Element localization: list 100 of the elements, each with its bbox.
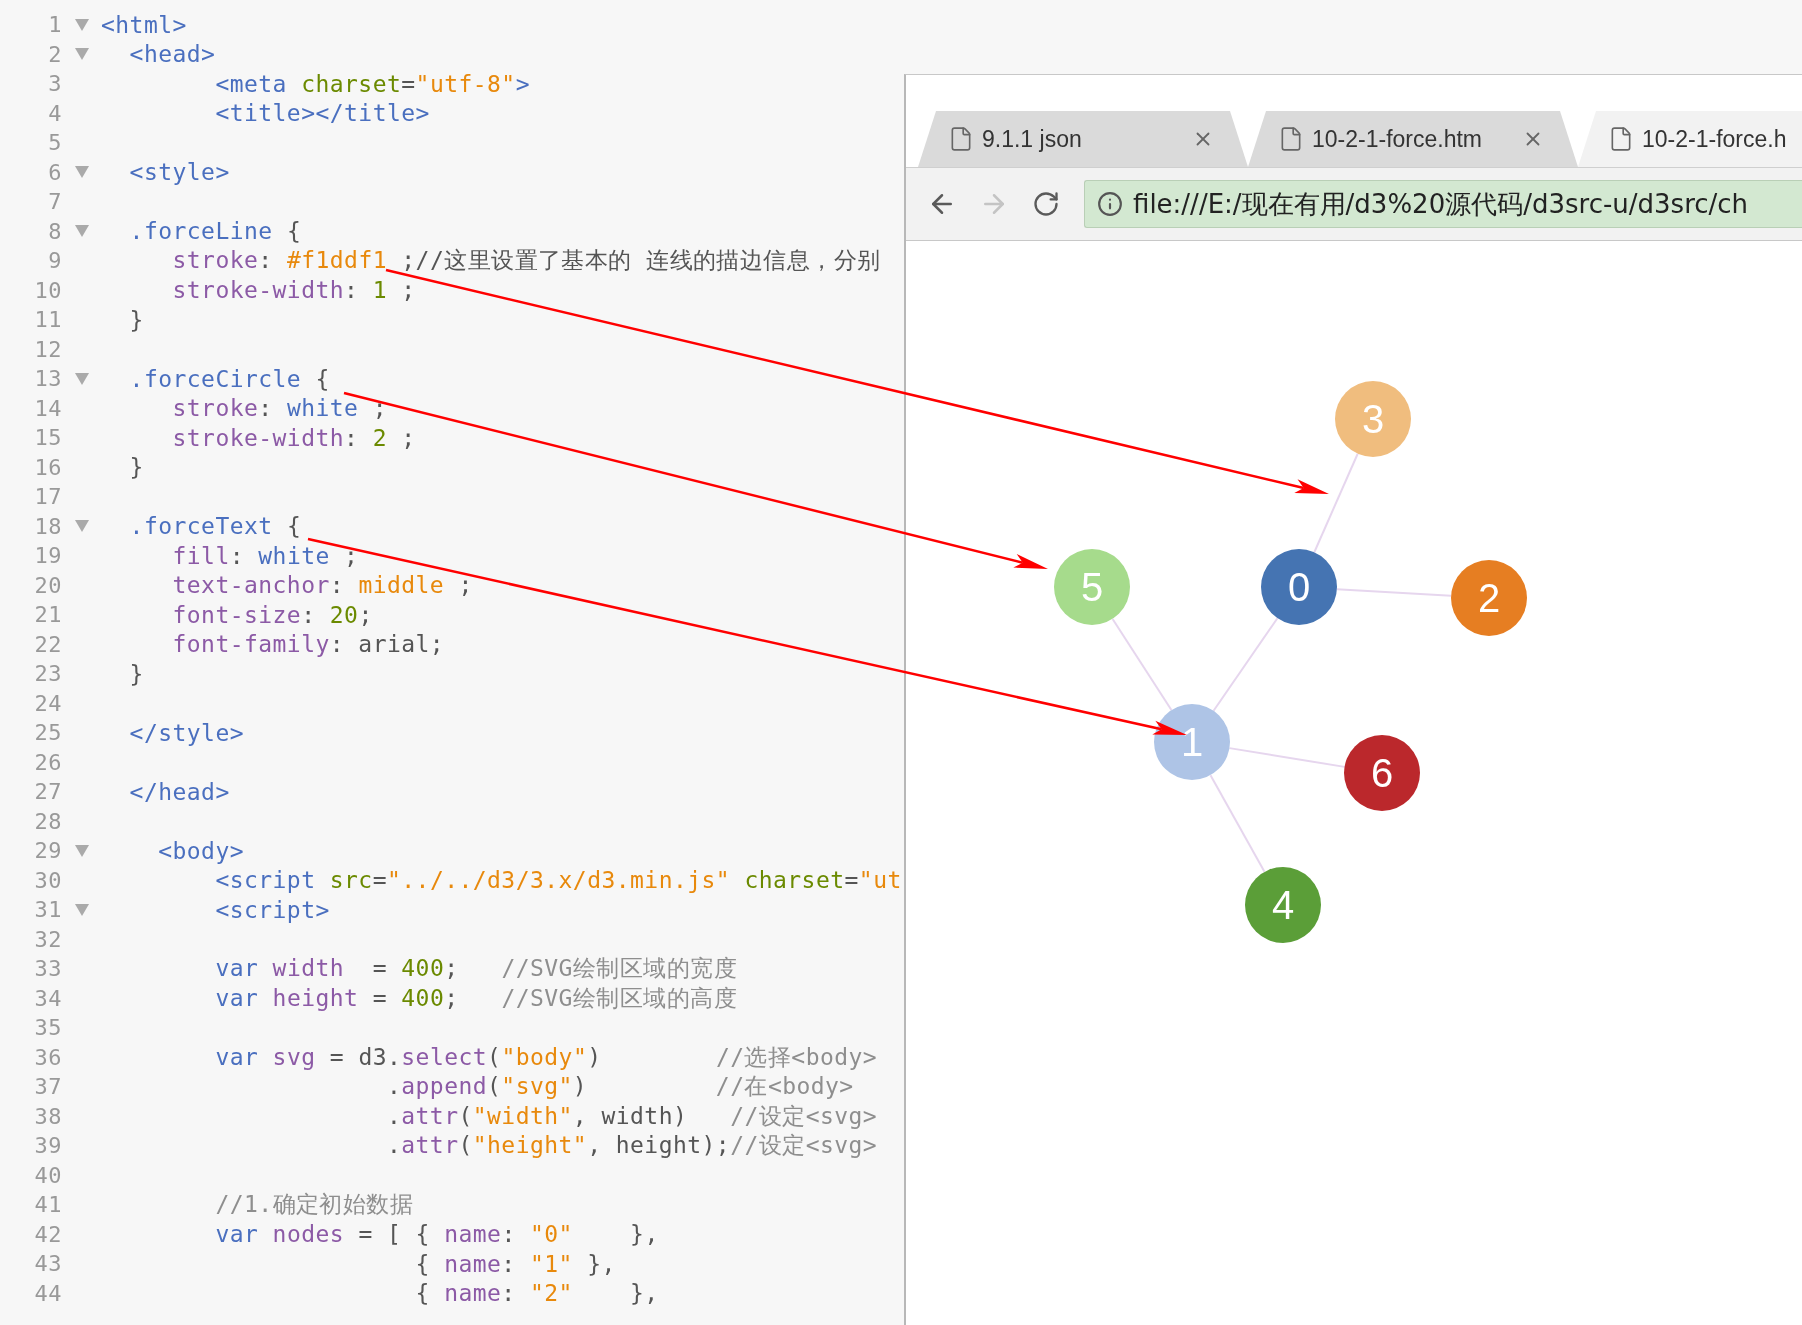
line-number: 14 [33, 395, 62, 421]
line-number: 39 [33, 1133, 62, 1159]
code-line: { name: "1" }, [414, 1250, 616, 1277]
code-line: text-anchor: middle ; [171, 572, 473, 599]
line-number: 18 [33, 513, 62, 539]
code-line: .forceLine { [128, 218, 302, 245]
browser-tab[interactable]: 10-2-1-force.h [1578, 111, 1802, 167]
node-label: 2 [1477, 576, 1501, 620]
line-number: 44 [33, 1280, 62, 1306]
line-number: 5 [47, 130, 62, 156]
line-number: 22 [33, 631, 62, 657]
line-number: 8 [47, 218, 62, 244]
code-line: <body> [157, 837, 244, 864]
code-line: </head> [128, 778, 230, 805]
node-label: 3 [1361, 397, 1385, 441]
browser-tab[interactable]: 9.1.1 json [918, 111, 1248, 167]
code-line: .forceCircle { [128, 365, 330, 392]
code-line: </style> [128, 719, 244, 746]
code-line: var nodes = [ { name: "0" }, [214, 1221, 659, 1248]
address-bar[interactable]: file:///E:/现在有用/d3%20源代码/d3src-u/d3src/ch [1084, 180, 1802, 228]
fold-triangle-icon[interactable] [74, 48, 89, 61]
info-icon[interactable] [1097, 191, 1123, 217]
line-number: 11 [33, 307, 62, 333]
fold-triangle-icon[interactable] [74, 166, 89, 179]
line-number: 40 [33, 1162, 62, 1188]
code-line: } [128, 454, 144, 481]
line-number: 12 [33, 336, 62, 362]
fold-triangle-icon[interactable] [74, 18, 89, 31]
code-line: stroke: #f1ddf1 ;//这里设置了基本的 连线的描边信息，分别 [171, 246, 881, 276]
code-line: <head> [128, 41, 216, 68]
fold-triangle-icon[interactable] [74, 903, 89, 916]
code-line: var height = 400; //SVG绘制区域的高度 [214, 983, 738, 1013]
code-line: } [128, 306, 144, 333]
code-line: stroke-width: 2 ; [171, 424, 416, 451]
code-line: .append("svg") //在<body> [385, 1072, 854, 1102]
line-number: 36 [33, 1044, 62, 1070]
code-line: stroke: white ; [171, 395, 387, 422]
line-number: 33 [33, 956, 62, 982]
fold-triangle-icon[interactable] [74, 225, 89, 238]
line-number: 41 [33, 1192, 62, 1218]
line-number: 34 [33, 985, 62, 1011]
line-number: 26 [33, 749, 62, 775]
line-number: 38 [33, 1103, 62, 1129]
code-line: .attr("width", width) //设定<svg> [385, 1101, 878, 1131]
line-number: 16 [33, 454, 62, 480]
line-number: 10 [33, 277, 62, 303]
line-number: 17 [33, 484, 62, 510]
line-number: 27 [33, 779, 62, 805]
code-line: //1.确定初始数据 [214, 1190, 414, 1220]
code-line: } [128, 660, 144, 687]
line-number: 21 [33, 602, 62, 628]
fold-triangle-icon[interactable] [74, 844, 89, 857]
line-number: 13 [33, 366, 62, 392]
line-number: 9 [47, 248, 62, 274]
line-number: 30 [33, 867, 62, 893]
line-number: 4 [47, 100, 62, 126]
code-line: var svg = d3.select("body") //选择<body> [214, 1042, 878, 1072]
line-number: 3 [47, 71, 62, 97]
code-line: font-family: arial; [171, 631, 445, 658]
line-number: 31 [33, 897, 62, 923]
line-number: 25 [33, 720, 62, 746]
code-line: .attr("height", height);//设定<svg> [385, 1131, 878, 1161]
fold-triangle-icon[interactable] [74, 520, 89, 533]
line-number: 23 [33, 661, 62, 687]
node-label: 1 [1180, 720, 1204, 764]
line-number: 29 [33, 838, 62, 864]
node-label: 4 [1271, 883, 1295, 927]
line-number: 37 [33, 1074, 62, 1100]
code-line: <style> [128, 159, 230, 186]
code-line: stroke-width: 1 ; [171, 277, 416, 304]
line-number: 32 [33, 926, 62, 952]
line-number: 35 [33, 1015, 62, 1041]
code-line: <html> [101, 11, 187, 38]
fold-triangle-icon[interactable] [74, 372, 89, 385]
code-line: fill: white ; [171, 542, 359, 569]
line-number: 28 [33, 808, 62, 834]
line-number: 6 [47, 159, 62, 185]
reload-icon [1032, 190, 1060, 218]
code-line: { name: "2" }, [414, 1280, 659, 1307]
node-label: 0 [1287, 565, 1311, 609]
line-number: 20 [33, 572, 62, 598]
line-number: 43 [33, 1251, 62, 1277]
browser-tab[interactable]: 10-2-1-force.htm [1248, 111, 1578, 167]
line-number: 2 [47, 41, 62, 67]
code-line: var width = 400; //SVG绘制区域的宽度 [214, 954, 738, 984]
line-number: 7 [47, 189, 62, 215]
line-number: 42 [33, 1221, 62, 1247]
code-line: .forceText { [128, 513, 302, 540]
line-number: 19 [33, 543, 62, 569]
line-number: 15 [33, 425, 62, 451]
node-label: 6 [1370, 751, 1394, 795]
code-line: <script> [214, 896, 330, 923]
code-line: <script src="../../d3/3.x/d3.min.js" charset="ut [214, 867, 902, 894]
line-number: 24 [33, 690, 62, 716]
node-label: 5 [1080, 565, 1104, 609]
code-line: font-size: 20; [171, 601, 373, 628]
code-line: <title></title> [214, 100, 430, 127]
url-text: file:///E:/现在有用/d3%20源代码/d3src-u/d3src/ch [1133, 187, 1749, 221]
code-line: <meta charset="utf-8"> [214, 70, 530, 97]
line-number: 1 [47, 12, 62, 38]
